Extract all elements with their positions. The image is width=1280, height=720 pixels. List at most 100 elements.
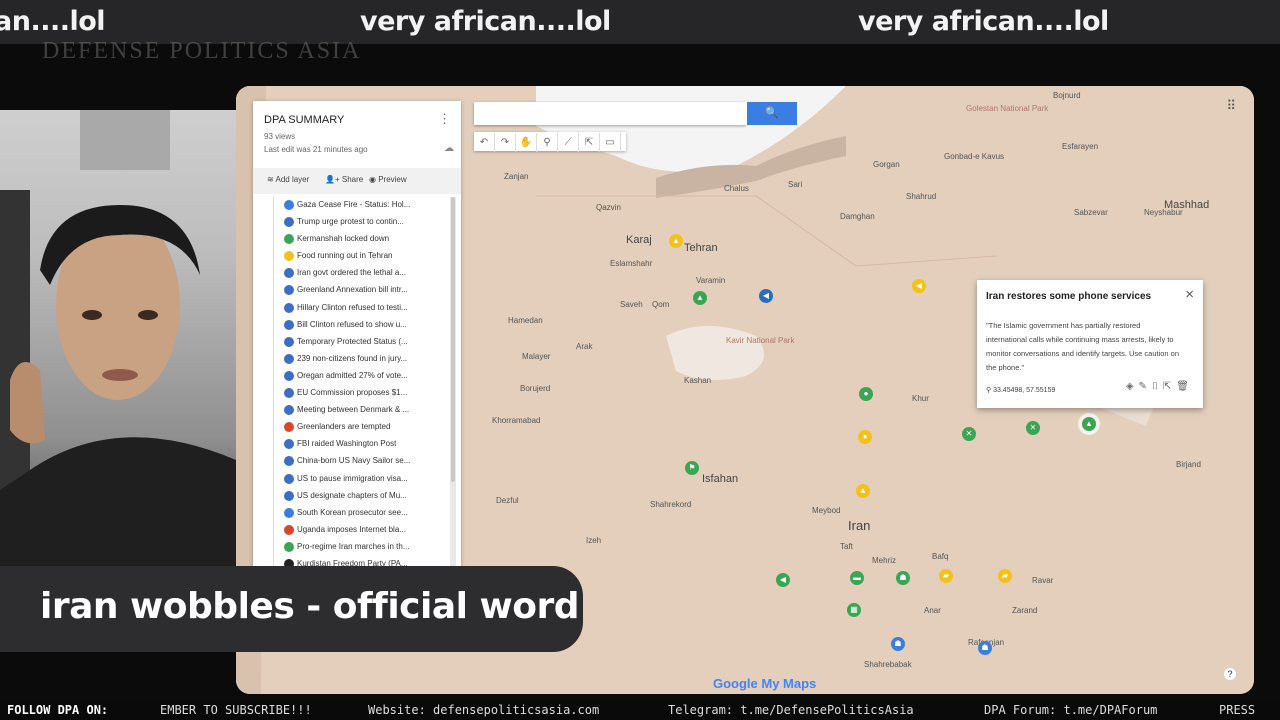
layer-item[interactable]: US to pause immigration visa... <box>253 471 453 488</box>
layer-item[interactable]: Food running out in Tehran <box>253 248 453 265</box>
hand-icon[interactable]: ✋ <box>516 133 537 152</box>
layer-item-icon <box>284 285 294 296</box>
info-popup: Iran restores some phone services × "The… <box>977 280 1203 408</box>
marker-food-icon[interactable]: ▰ <box>939 569 953 583</box>
redo-icon[interactable]: ↷ <box>495 133 516 152</box>
marker-icon[interactable]: ⚲ <box>537 133 558 152</box>
layer-item-label: Greenlanders are tempted <box>297 422 391 432</box>
layer-item[interactable]: Meeting between Denmark & ... <box>253 402 453 419</box>
close-icon[interactable]: × <box>1185 286 1194 303</box>
ticker-subscribe: EMBER TO SUBSCRIBE!!! <box>160 703 312 717</box>
layer-item-icon <box>284 456 294 467</box>
marker-pin-icon[interactable]: ● <box>859 387 873 401</box>
comment-text: an....lol <box>0 6 106 37</box>
city-label: Taft <box>840 542 853 551</box>
layer-item[interactable]: Bill Clinton refused to show u... <box>253 317 453 334</box>
layer-item[interactable]: Kermanshah locked down <box>253 231 453 248</box>
layer-item-icon <box>284 319 294 330</box>
marker-close-icon[interactable]: ✕ <box>962 427 976 441</box>
marker-megaphone-icon[interactable]: ◀ <box>759 289 773 303</box>
layer-item[interactable]: Iran govt ordered the lethal a... <box>253 265 453 282</box>
city-label: Meybod <box>812 506 841 515</box>
layer-item[interactable]: Gaza Cease Fire - Status: Hol... <box>253 197 453 214</box>
layer-item[interactable]: Greenlanders are tempted <box>253 419 453 436</box>
layer-item[interactable]: Uganda imposes Internet bla... <box>253 522 453 539</box>
map-legend-panel: DPA SUMMARY 93 views Last edit was 21 mi… <box>253 101 461 569</box>
marker-person-icon[interactable]: ☗ <box>891 637 905 651</box>
webcam-feed <box>0 110 236 580</box>
marker-selected-icon[interactable]: ▲ <box>1082 417 1096 431</box>
layer-item[interactable]: Trump urge protest to contin... <box>253 214 453 231</box>
draw-line-icon[interactable]: ⟋ <box>558 133 579 152</box>
directions-icon[interactable]: ⇱ <box>579 133 600 152</box>
popup-title: Iran restores some phone services <box>986 291 1152 302</box>
layer-item[interactable]: Temporary Protected Status (... <box>253 334 453 351</box>
presenter-image <box>0 110 236 580</box>
scrollbar-thumb[interactable] <box>451 197 455 482</box>
city-label: Kashan <box>684 376 712 385</box>
view-count: 93 views <box>264 132 296 141</box>
scrollbar[interactable] <box>450 197 456 567</box>
more-options-icon[interactable]: ⋮ <box>438 111 451 127</box>
city-label: Damghan <box>840 212 875 221</box>
preview-button[interactable]: ◉ Preview <box>369 175 407 184</box>
layer-item[interactable]: South Korean prosecutor see... <box>253 505 453 522</box>
layer-item[interactable]: FBI raided Washington Post <box>253 436 453 453</box>
marker-alert-icon[interactable]: ▲ <box>856 484 870 498</box>
ticker-follow: FOLLOW DPA ON: <box>7 703 109 717</box>
delete-icon[interactable]: 🗑 <box>1176 381 1194 392</box>
map-toolbar: ↶ ↷ ✋ ⚲ ⟋ ⇱ ▭ <box>474 132 626 152</box>
layer-item-icon <box>284 217 294 228</box>
style-icon[interactable]: ◈ <box>1126 381 1139 392</box>
layer-item[interactable]: EU Commission proposes $1... <box>253 385 453 402</box>
ruler-icon[interactable]: ▭ <box>600 133 621 152</box>
marker-person-icon[interactable]: ☗ <box>896 571 910 585</box>
comment-text: very african....lol <box>360 6 611 37</box>
layer-item-label: China-born US Navy Sailor se... <box>297 456 411 466</box>
city-label: Borujerd <box>520 384 551 393</box>
marker-building-icon[interactable]: ▦ <box>847 603 861 617</box>
marker-food-icon[interactable]: ▰ <box>998 569 1012 583</box>
search-input[interactable] <box>474 102 747 125</box>
layer-item-icon <box>284 388 294 399</box>
share-button[interactable]: 👤+ Share <box>325 175 363 184</box>
marker-megaphone-icon[interactable]: ◀ <box>912 279 926 293</box>
help-icon[interactable]: ? <box>1224 668 1236 680</box>
marker-person-icon[interactable]: ☗ <box>978 641 992 655</box>
add-layer-button[interactable]: ≋ Add layer <box>267 175 309 184</box>
map-attribution: Google My Maps <box>713 676 816 691</box>
directions-icon[interactable]: ⇱ <box>1163 381 1176 392</box>
edit-icon[interactable]: ✎ <box>1139 381 1152 392</box>
marker-alert-icon[interactable]: ▲ <box>693 291 707 305</box>
city-label: Varamin <box>696 276 726 285</box>
layer-item[interactable]: 239 non-citizens found in jury... <box>253 351 453 368</box>
layer-item[interactable]: Pro-regime Iran marches in th... <box>253 539 453 556</box>
undo-icon[interactable]: ↶ <box>474 133 495 152</box>
layer-item-label: Hillary Clinton refused to testi... <box>297 302 408 312</box>
marker-food-icon[interactable]: ▲ <box>669 234 683 248</box>
marker-gun-icon[interactable]: ▬ <box>850 571 864 585</box>
marker-close-icon[interactable]: ✕ <box>1026 421 1040 435</box>
layer-item[interactable]: US designate chapters of Mu... <box>253 488 453 505</box>
city-label: Neyshabur <box>1144 208 1183 217</box>
camera-icon[interactable]: ⌷ <box>1152 381 1163 392</box>
map-search-box[interactable] <box>474 102 747 125</box>
layer-item-label: Kermanshah locked down <box>297 234 390 244</box>
search-button[interactable]: 🔍 <box>747 102 797 125</box>
layer-item-icon <box>284 473 294 484</box>
city-label: Dezful <box>496 496 519 505</box>
layer-item[interactable]: Hillary Clinton refused to testi... <box>253 300 453 317</box>
park-label: Golestan National Park <box>966 104 1049 113</box>
layer-item[interactable]: Oregan admitted 27% of vote... <box>253 368 453 385</box>
layer-item[interactable]: China-born US Navy Sailor se... <box>253 453 453 470</box>
city-label: Khorramabad <box>492 416 541 425</box>
city-label: Karaj <box>626 234 652 246</box>
marker-flag-icon[interactable]: ⚑ <box>685 461 699 475</box>
city-label: Arak <box>576 342 593 351</box>
layer-item[interactable]: Greenland Annexation bill intr... <box>253 282 453 299</box>
marker-megaphone-icon[interactable]: ◀ <box>776 573 790 587</box>
city-label: Esfarayen <box>1062 142 1099 151</box>
marker-pin-icon[interactable]: ● <box>858 430 872 444</box>
apps-grid-icon[interactable]: ⠿ <box>1226 98 1236 114</box>
map-title[interactable]: DPA SUMMARY <box>264 114 344 126</box>
